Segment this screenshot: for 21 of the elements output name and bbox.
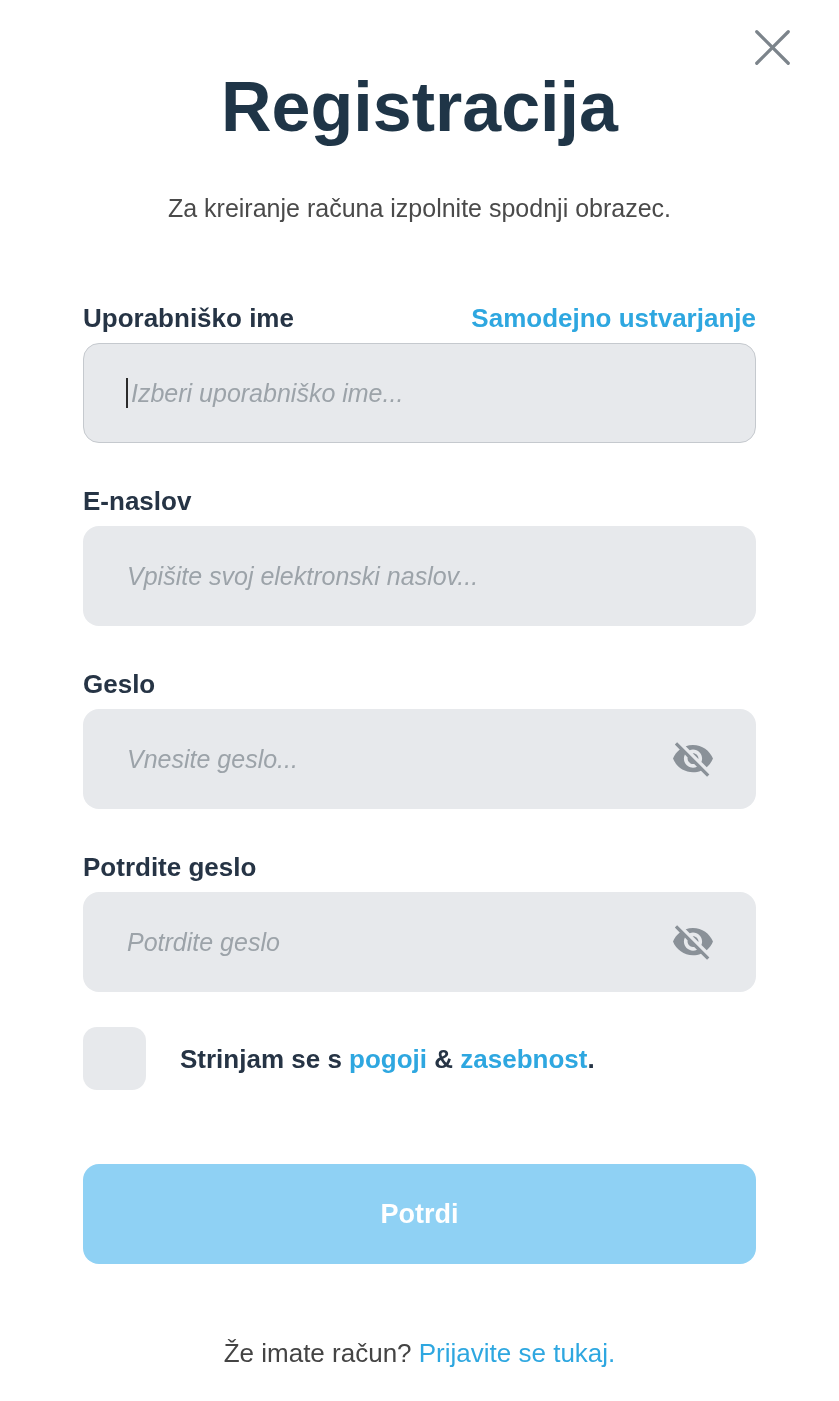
page-subtitle: Za kreiranje računa izpolnite spodnji obrazec. [167,193,672,223]
field-label: Potrdite geslo [83,852,257,882]
input-field[interactable]: Izberi uporabniško ime... [83,343,756,443]
text-cursor-icon [126,378,128,408]
field-label: E-naslov [83,486,192,516]
input-field[interactable]: Vpišite svoj elektronski naslov... [83,526,756,626]
auto-generate-link[interactable]: Samodejno ustvarjanje [471,303,756,333]
field-label: Uporabniško ime [83,303,294,333]
input-field[interactable]: Vnesite geslo... [83,709,756,809]
checkbox[interactable] [83,1027,146,1090]
close-button[interactable] [755,30,790,65]
terms-text: Strinjam se s pogoji & zasebnost. [180,1043,595,1074]
close-icon [755,30,790,65]
login-prompt-text: Že imate račun? Prijavite se tukaj. [223,1338,616,1368]
input-field[interactable]: Potrdite geslo [83,892,756,992]
inline-link[interactable]: pogoji [349,1043,428,1074]
inline-link[interactable]: zasebnost [460,1043,588,1074]
eye-slash-icon[interactable] [673,742,713,777]
inline-link[interactable]: Prijavite se tukaj. [418,1338,616,1368]
eye-slash-icon[interactable] [673,925,713,960]
field-label: Geslo [83,669,156,699]
